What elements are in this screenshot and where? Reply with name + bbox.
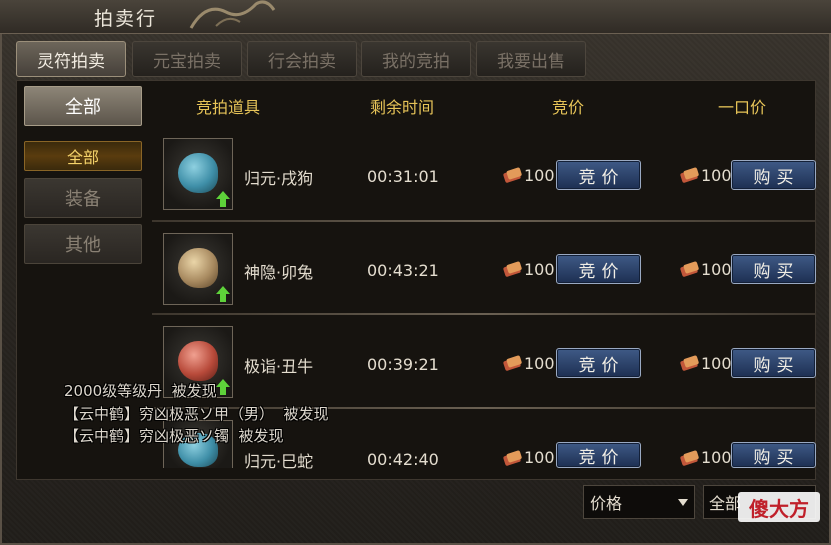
upgrade-arrow-icon — [216, 286, 230, 302]
tab-talisman-auction[interactable]: 灵符拍卖 — [16, 41, 126, 77]
talisman-currency-icon — [680, 355, 699, 371]
sort-dropdown[interactable]: 价格 — [583, 485, 695, 519]
tab-ingot-auction[interactable]: 元宝拍卖 — [132, 41, 242, 77]
chat-message: 【云中鹤】穷凶极恶ソ镯 被发现 — [64, 427, 284, 445]
buyout-price: 100 — [701, 166, 732, 185]
buyout-price: 100 — [701, 448, 732, 467]
remaining-time: 00:42:40 — [367, 450, 439, 469]
window-title: 拍卖行 — [94, 8, 158, 30]
tab-sell[interactable]: 我要出售 — [476, 41, 586, 77]
bid-price: 100 — [524, 354, 555, 373]
bid-price: 100 — [524, 448, 555, 467]
chat-message: 【云中鹤】穷凶极恶ソ甲（男） 被发现 — [64, 405, 329, 423]
bid-button[interactable]: 竞价 — [556, 160, 641, 190]
tab-my-bids[interactable]: 我的竞拍 — [361, 41, 471, 77]
bid-button[interactable]: 竞价 — [556, 442, 641, 468]
column-header-buyout: 一口价 — [718, 98, 767, 117]
talisman-currency-icon — [680, 450, 699, 466]
buy-button[interactable]: 购买 — [731, 254, 816, 284]
talisman-currency-icon — [503, 167, 522, 183]
item-slot[interactable] — [163, 233, 233, 305]
sidebar-item-all[interactable]: 全部 — [24, 141, 142, 171]
column-header-item: 竞拍道具 — [196, 98, 261, 117]
upgrade-arrow-icon — [216, 191, 230, 207]
talisman-currency-icon — [503, 355, 522, 371]
buy-button[interactable]: 购买 — [731, 160, 816, 190]
item-name: 神隐·卯兔 — [244, 263, 314, 282]
talisman-currency-icon — [680, 261, 699, 277]
title-bar: 拍卖行 — [0, 0, 831, 34]
remaining-time: 00:39:21 — [367, 355, 439, 374]
talisman-currency-icon — [503, 450, 522, 466]
buy-button[interactable]: 购买 — [731, 442, 816, 468]
tab-guild-auction[interactable]: 行会拍卖 — [247, 41, 357, 77]
dragon-ornament-icon — [186, 0, 276, 30]
dog-pet-icon — [178, 153, 218, 193]
buyout-price: 100 — [701, 260, 732, 279]
watermark-logo: 傻大方 — [738, 492, 820, 522]
bid-button[interactable]: 竞价 — [556, 254, 641, 284]
item-name: 极诣·丑牛 — [244, 357, 314, 376]
talisman-currency-icon — [503, 261, 522, 277]
talisman-currency-icon — [680, 167, 699, 183]
buy-button[interactable]: 购买 — [731, 348, 816, 378]
bid-price: 100 — [524, 166, 555, 185]
rabbit-pet-icon — [178, 248, 218, 288]
column-header-time: 剩余时间 — [370, 98, 435, 117]
item-slot[interactable] — [163, 138, 233, 210]
ox-pet-icon — [178, 341, 218, 381]
chevron-down-icon — [678, 499, 688, 506]
buyout-price: 100 — [701, 354, 732, 373]
sort-value: 价格 — [590, 494, 623, 513]
category-header-all[interactable]: 全部 — [24, 86, 142, 126]
sidebar-item-other[interactable]: 其他 — [24, 224, 142, 264]
bid-price: 100 — [524, 260, 555, 279]
filter-value: 全部 — [709, 494, 742, 513]
row-divider — [152, 313, 816, 315]
bid-button[interactable]: 竞价 — [556, 348, 641, 378]
remaining-time: 00:43:21 — [367, 261, 439, 280]
remaining-time: 00:31:01 — [367, 167, 439, 186]
sidebar-item-equipment[interactable]: 装备 — [24, 178, 142, 218]
item-name: 归元·戌狗 — [244, 169, 314, 188]
column-header-bid: 竞价 — [552, 98, 585, 117]
chat-message: 2000级等级丹 被发现 — [64, 382, 217, 400]
item-name: 归元·巳蛇 — [244, 452, 314, 471]
row-divider — [152, 220, 816, 222]
upgrade-arrow-icon — [216, 379, 230, 395]
